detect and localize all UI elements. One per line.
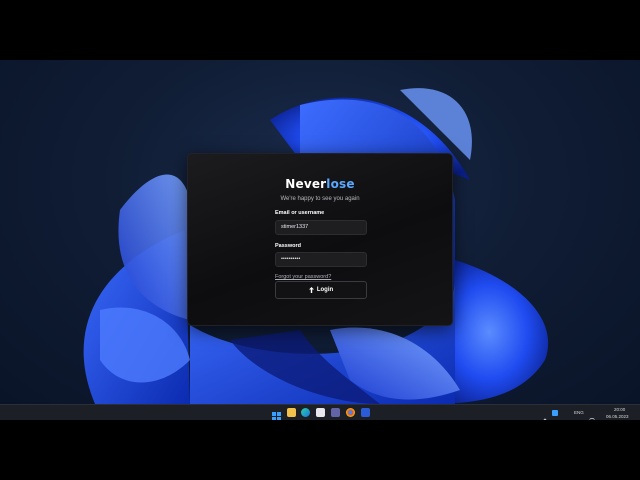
login-dialog: Neverlose We're happy to see you again E… <box>187 153 453 326</box>
clock-date[interactable]: 06.05.2023 <box>606 414 629 419</box>
login-button[interactable]: Login <box>275 281 367 299</box>
start-icon[interactable] <box>272 408 281 421</box>
brand-title-part1: Never <box>285 177 327 191</box>
file-explorer-icon[interactable] <box>287 408 296 417</box>
password-field[interactable]: •••••••••• <box>275 252 367 267</box>
language-indicator[interactable]: ENG <box>574 410 584 415</box>
notepad-icon[interactable] <box>316 408 325 417</box>
welcome-subtitle: We're happy to see you again <box>280 196 360 202</box>
email-label: Email or username <box>275 210 325 216</box>
brand-title: Neverlose <box>188 177 452 191</box>
brand-title-part2: lose <box>326 177 355 191</box>
letterbox-top <box>0 0 640 60</box>
taskbar: ENG 20:00 06.05.2023 <box>0 404 640 423</box>
cloud-icon[interactable] <box>552 410 558 416</box>
chevron-up-icon[interactable] <box>542 410 548 422</box>
email-field[interactable]: stimer1337 <box>275 220 367 235</box>
password-label: Password <box>275 243 301 249</box>
app-icon[interactable] <box>361 408 370 417</box>
arrow-up-icon <box>308 287 314 293</box>
chrome-icon[interactable] <box>346 408 355 417</box>
wifi-icon[interactable] <box>589 410 595 423</box>
forgot-password-link[interactable]: Forgot your password? <box>275 274 331 280</box>
edge-icon[interactable] <box>301 408 310 417</box>
login-button-label: Login <box>316 287 334 293</box>
letterbox-bottom <box>0 420 640 480</box>
clock-time[interactable]: 20:00 <box>614 407 625 412</box>
teams-icon[interactable] <box>331 408 340 417</box>
